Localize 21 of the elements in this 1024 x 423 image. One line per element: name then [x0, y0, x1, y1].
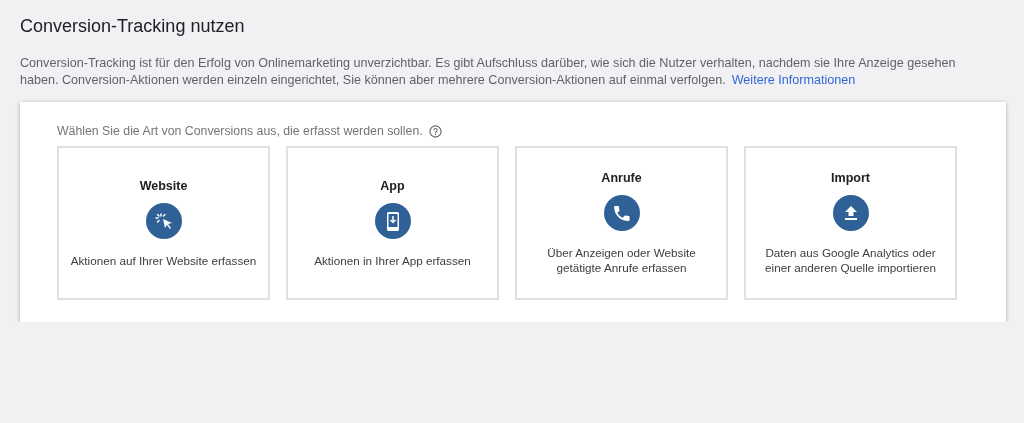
option-title: Import — [831, 171, 870, 185]
conversion-type-option[interactable]: Anrufe Über Anzeigen oder Website getätigte Anrufe erfassen — [515, 146, 728, 300]
conversion-type-option[interactable]: App Aktionen in Ihrer App erfassen — [286, 146, 499, 300]
description-text: Conversion-Tracking ist für den Erfolg von Onlinemarketing unverzichtbar. Es gibt Aufschluss darüber, wie sich die Nutzer verhalten, nachdem sie Ihre Anzeige gesehen haben. Conversion-Aktionen werden einzeln eingerichtet, Sie können aber mehrere Conversion-Aktionen auf einmal verfolgen. Weitere Informationen — [20, 55, 957, 89]
conversion-type-option[interactable]: Import Daten aus Google Analytics oder einer anderen Quelle importieren — [744, 146, 957, 300]
option-description: Aktionen auf Ihrer Website erfassen — [70, 252, 257, 268]
upload-icon — [832, 195, 869, 231]
cursor-click-icon — [145, 202, 182, 239]
phone-download-icon — [374, 202, 411, 239]
help-icon[interactable] — [428, 124, 442, 138]
conversion-type-option[interactable]: Website Aktionen auf Ihrer Website erfassen — [57, 146, 270, 300]
option-title: Anrufe — [601, 171, 642, 185]
option-description: Daten aus Google Analytics oder einer anderen Quelle importieren — [764, 245, 937, 275]
option-description: Aktionen in Ihrer App erfassen — [314, 252, 471, 268]
phone-icon — [603, 195, 640, 231]
option-title: App — [380, 178, 405, 193]
page-title: Conversion-Tracking nutzen — [20, 16, 246, 37]
option-description: Über Anzeigen oder Website getätigte Anrufe erfassen — [546, 245, 697, 275]
option-title: Website — [139, 178, 188, 193]
more-info-link[interactable]: Weitere Informationen — [731, 73, 856, 87]
prompt-text: Wählen Sie die Art von Conversions aus, die erfasst werden sollen. — [57, 124, 423, 138]
